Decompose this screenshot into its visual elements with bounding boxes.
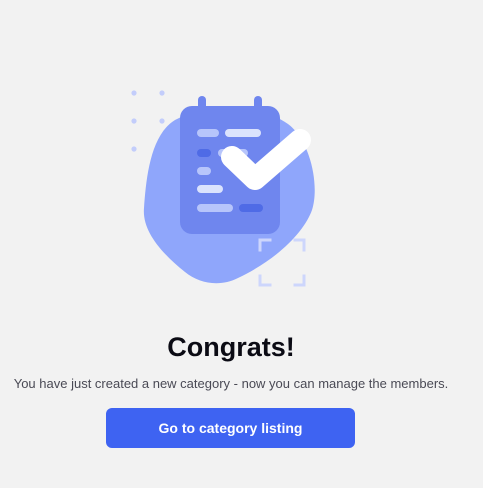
page-title: Congrats! [167, 332, 295, 362]
success-screen: Congrats! You have just created a new ca… [0, 0, 483, 488]
success-message: You have just created a new category - n… [13, 376, 449, 391]
go-to-category-listing-button[interactable]: Go to category listing [106, 408, 355, 448]
clipboard-check-illustration [131, 90, 315, 287]
